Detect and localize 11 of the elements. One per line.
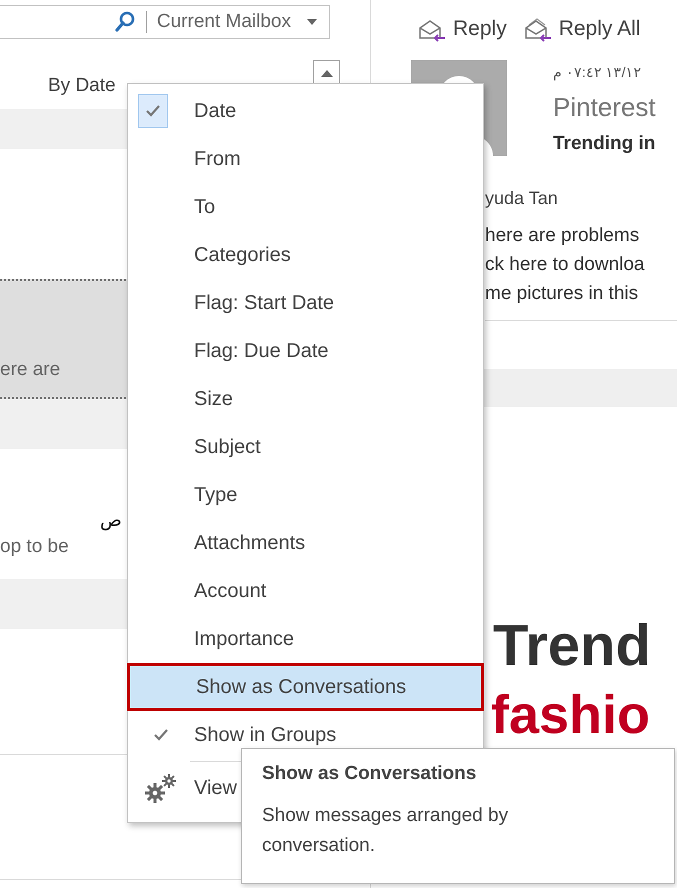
recipient-name: yuda Tan	[485, 188, 559, 209]
message-snippet: op to be	[0, 536, 69, 558]
email-headline: fashio	[491, 685, 652, 745]
tooltip-text: Show messages arranged by conversation.	[262, 804, 510, 858]
tooltip-title: Show as Conversations	[262, 763, 478, 785]
message-date: ١٣/١٢ ٠٧:٤٢ م	[553, 64, 642, 80]
message-subject: Trending in	[553, 133, 656, 155]
sender-name: Pinterest	[553, 92, 656, 123]
message-sender: ص	[100, 509, 122, 531]
email-headline: Trend	[493, 612, 652, 680]
message-snippet: ere are	[0, 359, 60, 381]
